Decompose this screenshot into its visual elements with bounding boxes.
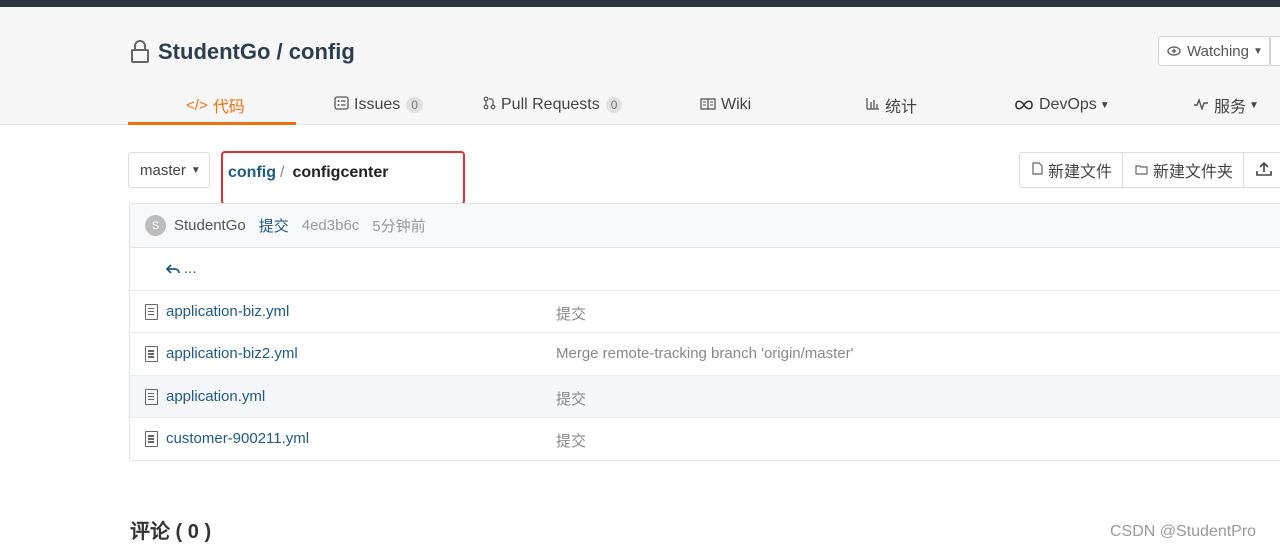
folder-icon: [1135, 163, 1148, 178]
chevron-down-icon: ▼: [1252, 45, 1263, 57]
pull-request-icon: [483, 96, 496, 114]
wiki-icon: [700, 97, 716, 114]
watermark: CSDN @StudentPro: [1110, 523, 1257, 540]
new-folder-label: 新建文件夹: [1153, 164, 1234, 181]
file-row[interactable]: application-biz.yml 提交: [130, 291, 1280, 334]
file-commit-message[interactable]: 提交: [556, 388, 586, 409]
issues-count-badge: 0: [406, 97, 423, 113]
parent-directory-link[interactable]: ...: [130, 248, 1280, 291]
file-icon: [145, 303, 158, 320]
repo-name[interactable]: StudentGo / config: [158, 39, 355, 65]
file-commit-message[interactable]: 提交: [556, 430, 586, 451]
tab-code-label: 代码: [212, 99, 245, 116]
tab-pull-requests[interactable]: Pull Requests 0: [483, 85, 623, 125]
file-icon: [145, 388, 158, 405]
branch-selector[interactable]: master ▼: [128, 152, 210, 188]
tab-issues[interactable]: Issues 0: [334, 85, 423, 125]
file-name-link[interactable]: customer-900211.yml: [166, 430, 309, 447]
tab-code[interactable]: </> 代码: [186, 85, 245, 125]
comments-heading: 评论 ( 0 ): [130, 521, 212, 543]
tab-devops-label: DevOps: [1039, 96, 1097, 113]
chevron-down-icon: ▼: [1099, 99, 1110, 111]
file-commit-message[interactable]: 提交: [556, 303, 586, 324]
watch-count-button[interactable]: [1270, 36, 1280, 66]
file-row[interactable]: application-biz2.yml Merge remote-tracki…: [130, 333, 1280, 376]
avatar[interactable]: S: [145, 215, 166, 236]
tab-service-label: 服务: [1214, 99, 1247, 116]
file-icon: [145, 431, 158, 448]
active-tab-indicator: [128, 122, 296, 125]
lock-icon: [131, 40, 149, 63]
file-commit-message[interactable]: Merge remote-tracking branch 'origin/mas…: [556, 345, 854, 362]
eye-icon: [1167, 43, 1181, 60]
tab-wiki[interactable]: Wiki: [700, 85, 751, 125]
watch-button[interactable]: Watching ▼: [1158, 36, 1270, 66]
reply-arrow-icon: [165, 261, 180, 277]
file-row[interactable]: application.yml 提交: [130, 375, 1280, 419]
file-row[interactable]: customer-900211.yml 提交: [130, 418, 1280, 460]
repo-title: StudentGo / config: [130, 39, 355, 65]
pull-requests-count-badge: 0: [605, 97, 623, 113]
file-list: S StudentGo 提交 4ed3b6c 5分钟前 ... applicat…: [129, 203, 1280, 461]
tab-service[interactable]: 服务 ▼: [1193, 85, 1259, 125]
branch-label: master: [140, 161, 186, 179]
code-icon: </>: [186, 96, 208, 114]
repo-tabs: </> 代码 Issues 0 Pull Requests 0 Wiki 统计 …: [128, 85, 1280, 125]
stats-icon: [866, 97, 880, 114]
commit-author[interactable]: StudentGo: [174, 217, 246, 234]
file-icon: [145, 346, 158, 363]
tab-stats-label: 统计: [885, 99, 918, 116]
file-actions: 新建文件 新建文件夹: [1019, 152, 1280, 188]
file-name-link[interactable]: application.yml: [166, 388, 265, 405]
commit-hash[interactable]: 4ed3b6c: [302, 217, 360, 234]
repo-header: StudentGo / config Watching ▼ </> 代码 Iss…: [0, 7, 1280, 125]
new-file-label: 新建文件: [1048, 164, 1113, 181]
commit-message[interactable]: 提交: [259, 215, 289, 236]
issues-icon: [334, 96, 349, 114]
watch-label: Watching: [1187, 42, 1249, 60]
tab-stats[interactable]: 统计: [866, 85, 917, 125]
parent-directory-label: ...: [184, 260, 197, 278]
file-icon: [1032, 162, 1043, 178]
commit-time: 5分钟前: [372, 218, 426, 235]
devops-icon: [1014, 97, 1034, 114]
tab-wiki-label: Wiki: [721, 96, 752, 113]
file-name-link[interactable]: application-biz.yml: [166, 303, 289, 320]
new-file-button[interactable]: 新建文件: [1020, 153, 1124, 187]
new-folder-button[interactable]: 新建文件夹: [1123, 153, 1245, 187]
chevron-down-icon: ▼: [1249, 99, 1259, 111]
tab-devops[interactable]: DevOps ▼: [1014, 85, 1110, 125]
latest-commit-row: S StudentGo 提交 4ed3b6c 5分钟前: [130, 204, 1280, 248]
file-name-link[interactable]: application-biz2.yml: [166, 345, 298, 362]
tab-issues-label: Issues: [354, 96, 401, 113]
tab-pull-requests-label: Pull Requests: [501, 96, 600, 113]
annotation-highlight-box: [221, 151, 465, 205]
upload-button[interactable]: [1244, 153, 1280, 187]
top-bar: [0, 0, 1280, 7]
upload-icon: [1256, 161, 1272, 179]
chevron-down-icon: ▼: [190, 164, 201, 176]
service-icon: [1193, 97, 1209, 114]
